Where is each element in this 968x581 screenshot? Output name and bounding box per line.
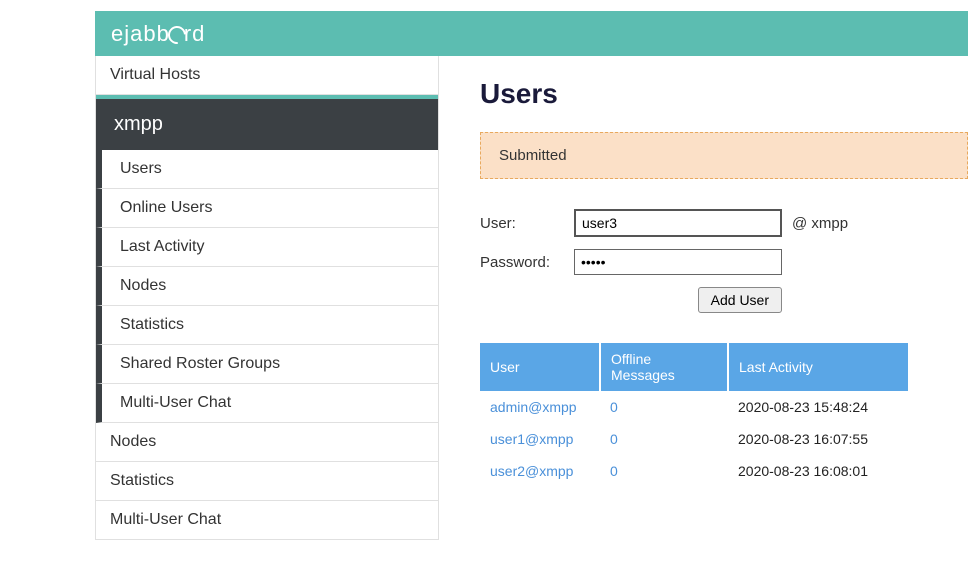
page-title: Users xyxy=(480,78,968,110)
header-bar: ejabbrd xyxy=(95,11,968,56)
sidebar-item-virtual-hosts[interactable]: Virtual Hosts xyxy=(96,56,438,95)
activity-cell: 2020-08-23 15:48:24 xyxy=(728,391,908,423)
user-link[interactable]: user2@xmpp xyxy=(490,463,573,479)
offline-link[interactable]: 0 xyxy=(610,399,618,415)
table-row: user1@xmpp 0 2020-08-23 16:07:55 xyxy=(480,423,908,455)
user-link[interactable]: user1@xmpp xyxy=(490,431,573,447)
offline-link[interactable]: 0 xyxy=(610,431,618,447)
sidebar-sub-nodes[interactable]: Nodes xyxy=(96,267,438,306)
sidebar: Virtual Hosts xmpp Users Online Users La… xyxy=(95,56,439,540)
sidebar-item-statistics[interactable]: Statistics xyxy=(96,462,438,501)
user-link[interactable]: admin@xmpp xyxy=(490,399,577,415)
sidebar-sub-users[interactable]: Users xyxy=(96,150,438,189)
th-activity: Last Activity xyxy=(728,343,908,391)
user-label: User: xyxy=(480,203,574,243)
at-host-label: @ xmpp xyxy=(792,203,858,243)
th-offline: Offline Messages xyxy=(600,343,728,391)
sidebar-sub-shared-roster[interactable]: Shared Roster Groups xyxy=(96,345,438,384)
add-user-button[interactable]: Add User xyxy=(698,287,782,313)
sidebar-item-muc[interactable]: Multi-User Chat xyxy=(96,501,438,539)
sidebar-sub-last-activity[interactable]: Last Activity xyxy=(96,228,438,267)
user-input[interactable] xyxy=(574,209,782,237)
brand-logo: ejabbrd xyxy=(111,21,205,47)
offline-link[interactable]: 0 xyxy=(610,463,618,479)
users-table: User Offline Messages Last Activity admi… xyxy=(480,343,908,487)
table-row: user2@xmpp 0 2020-08-23 16:08:01 xyxy=(480,455,908,487)
sidebar-sub-online-users[interactable]: Online Users xyxy=(96,189,438,228)
sidebar-item-nodes[interactable]: Nodes xyxy=(96,423,438,462)
sidebar-host-active[interactable]: xmpp xyxy=(96,99,438,150)
flash-message: Submitted xyxy=(480,132,968,179)
main-content: Users Submitted User: @ xmpp Password: xyxy=(480,78,968,487)
table-row: admin@xmpp 0 2020-08-23 15:48:24 xyxy=(480,391,908,423)
activity-cell: 2020-08-23 16:08:01 xyxy=(728,455,908,487)
sidebar-sub-statistics[interactable]: Statistics xyxy=(96,306,438,345)
password-label: Password: xyxy=(480,243,574,281)
add-user-form: User: @ xmpp Password: Add User xyxy=(480,203,858,319)
sidebar-sub-muc[interactable]: Multi-User Chat xyxy=(96,384,438,423)
th-user: User xyxy=(480,343,600,391)
activity-cell: 2020-08-23 16:07:55 xyxy=(728,423,908,455)
password-input[interactable] xyxy=(574,249,782,275)
